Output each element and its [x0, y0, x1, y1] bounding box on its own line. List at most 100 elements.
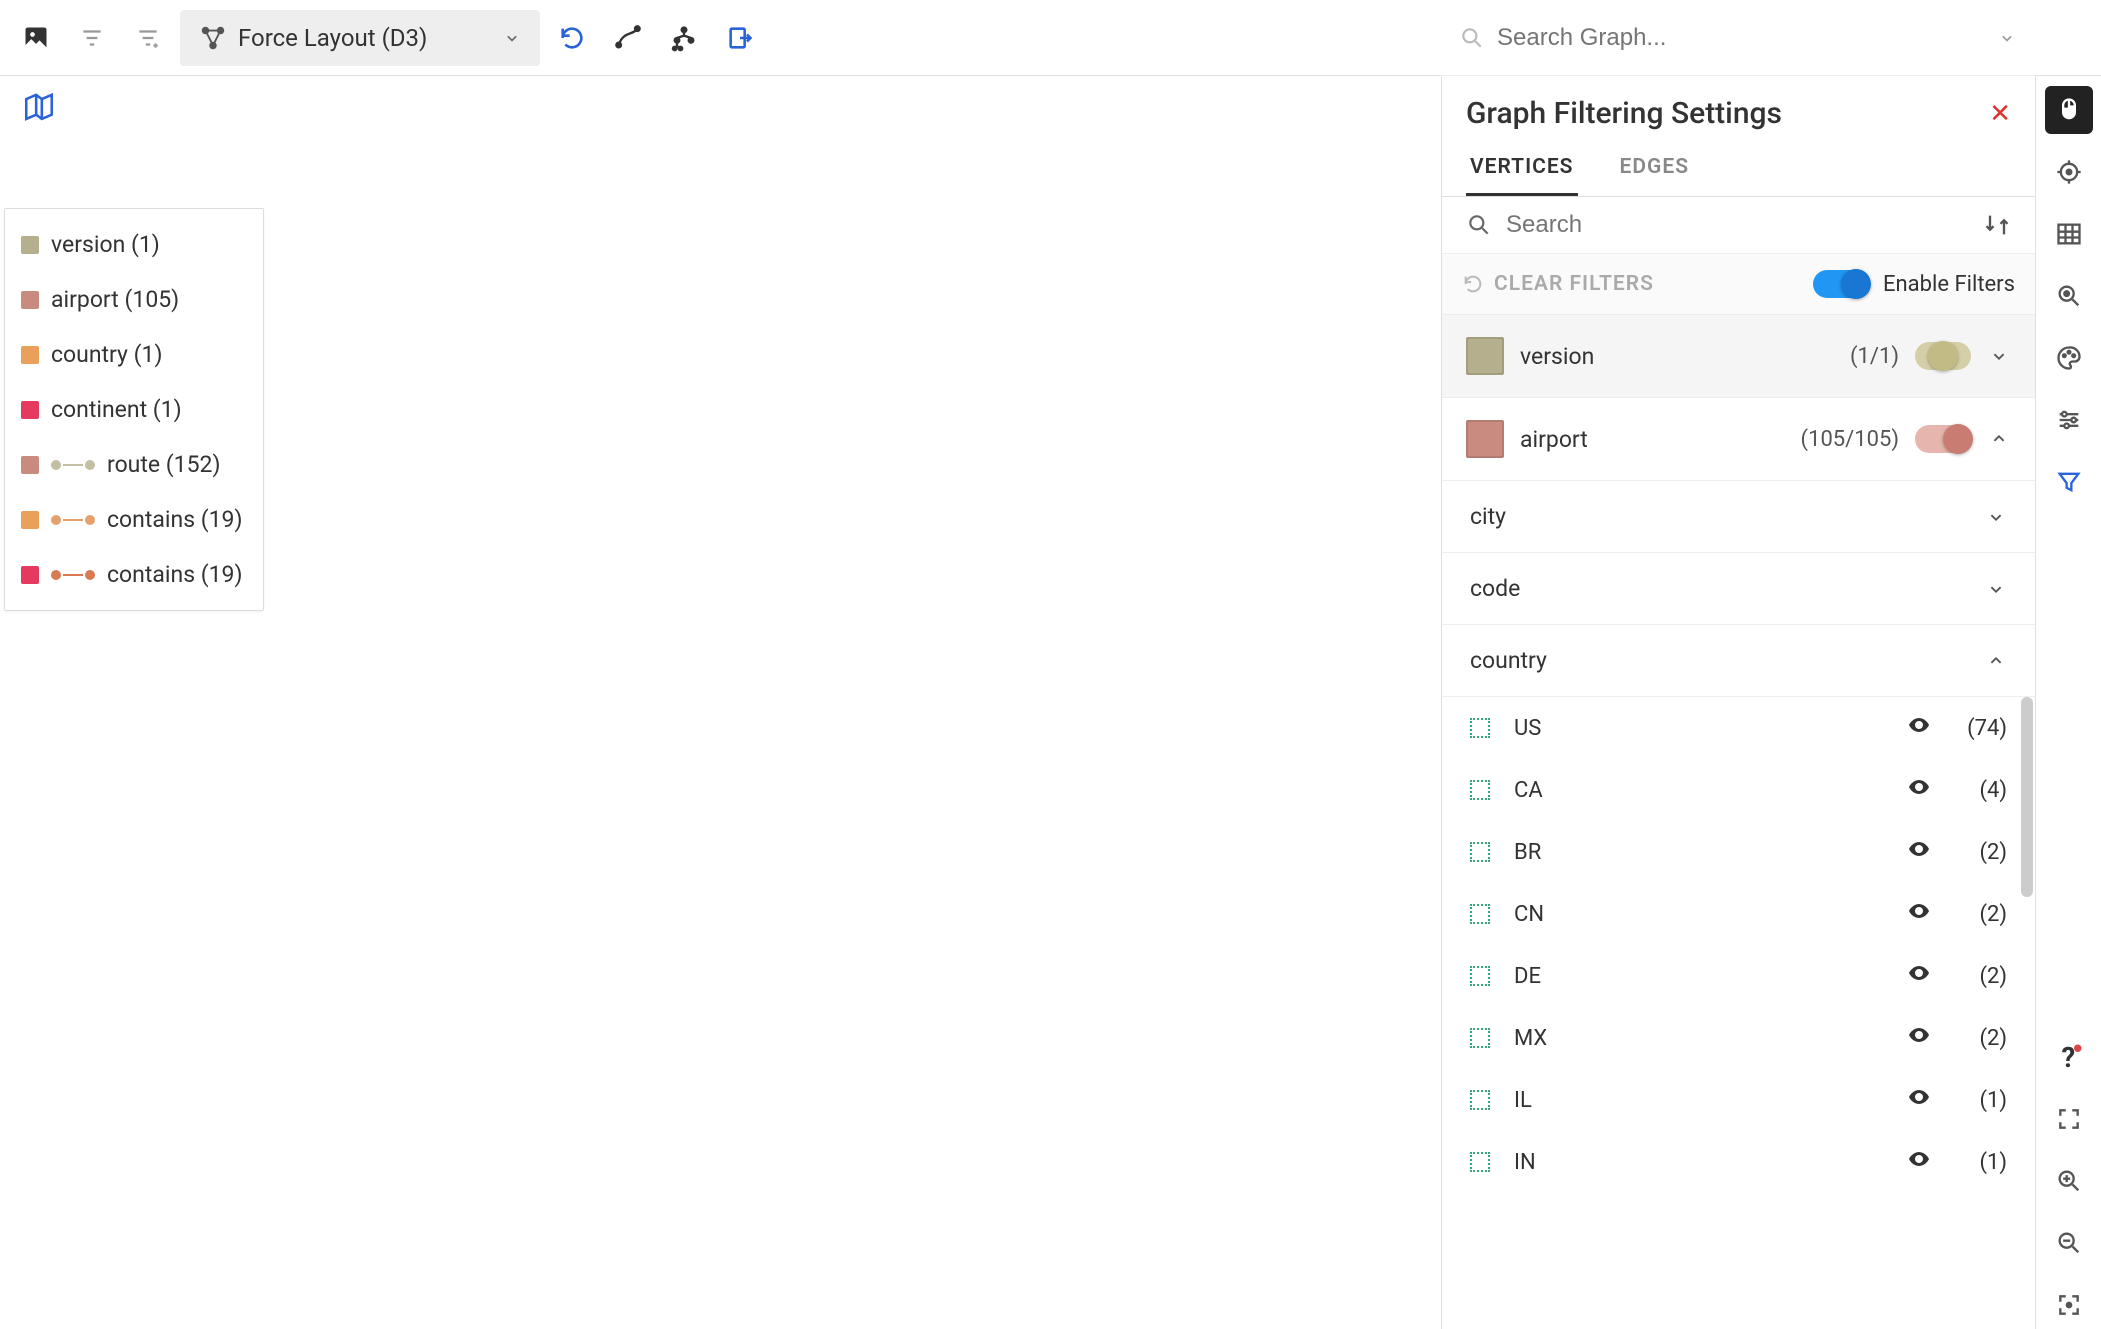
- chevron-up-icon[interactable]: [1985, 650, 2007, 672]
- help-button[interactable]: ?: [2045, 1033, 2093, 1081]
- country-value-item[interactable]: CN (2): [1442, 883, 2035, 945]
- legend-edge-item[interactable]: contains (19): [5, 492, 263, 547]
- visibility-toggle[interactable]: [1907, 1147, 1931, 1177]
- table-button[interactable]: [2045, 210, 2093, 258]
- vertex-count: (105/105): [1801, 427, 1899, 452]
- vertex-toggle[interactable]: [1915, 425, 1971, 453]
- country-code: US: [1514, 716, 1883, 741]
- visibility-toggle[interactable]: [1907, 837, 1931, 867]
- vertex-filter-row[interactable]: airport (105/105): [1442, 398, 2035, 481]
- country-value-item[interactable]: US (74): [1442, 697, 2035, 759]
- legend-box: version (1)airport (105)country (1)conti…: [4, 208, 264, 611]
- legend-swatch: [21, 346, 39, 364]
- chevron-down-icon[interactable]: [1987, 345, 2011, 367]
- svg-text:?: ?: [2061, 1042, 2075, 1072]
- checkbox-icon[interactable]: [1470, 718, 1490, 738]
- legend-edge-item[interactable]: route (152): [5, 437, 263, 492]
- vertex-toggle[interactable]: [1915, 342, 1971, 370]
- legend-edge-item[interactable]: contains (19): [5, 547, 263, 602]
- property-row[interactable]: country: [1442, 625, 2035, 697]
- search-node-button[interactable]: [2045, 272, 2093, 320]
- fullscreen-button[interactable]: [2045, 1095, 2093, 1143]
- tab-vertices[interactable]: VERTICES: [1466, 141, 1578, 196]
- sort-icon[interactable]: [1983, 211, 2011, 239]
- checkbox-icon[interactable]: [1470, 780, 1490, 800]
- country-value-item[interactable]: IL (1): [1442, 1069, 2035, 1131]
- checkbox-icon[interactable]: [1470, 1090, 1490, 1110]
- zoom-in-button[interactable]: [2045, 1157, 2093, 1205]
- country-count: (4): [1955, 778, 2007, 803]
- tree-button[interactable]: [660, 14, 708, 62]
- image-mode-button[interactable]: [12, 14, 60, 62]
- filter-add-button[interactable]: [124, 14, 172, 62]
- visibility-toggle[interactable]: [1907, 961, 1931, 991]
- side-rail: ?: [2035, 76, 2101, 1329]
- edge-icon: [51, 461, 95, 469]
- visibility-toggle[interactable]: [1907, 899, 1931, 929]
- country-value-item[interactable]: MX (2): [1442, 1007, 2035, 1069]
- graph-canvas[interactable]: version (1)airport (105)country (1)conti…: [0, 76, 1441, 1329]
- checkbox-icon[interactable]: [1470, 1028, 1490, 1048]
- vertex-name: airport: [1520, 426, 1785, 453]
- country-code: CA: [1514, 778, 1883, 803]
- country-value-item[interactable]: BR (2): [1442, 821, 2035, 883]
- search-icon: [1466, 212, 1492, 238]
- country-value-item[interactable]: CA (4): [1442, 759, 2035, 821]
- country-value-item[interactable]: DE (2): [1442, 945, 2035, 1007]
- country-value-list[interactable]: US (74) CA (4) BR (2) CN (2) DE (2) MX (…: [1442, 697, 2035, 1329]
- scrollbar[interactable]: [2021, 697, 2033, 897]
- palette-button[interactable]: [2045, 334, 2093, 382]
- visibility-toggle[interactable]: [1907, 1085, 1931, 1115]
- layout-select-label: Force Layout (D3): [238, 24, 427, 52]
- chevron-down-icon[interactable]: [1985, 506, 2007, 528]
- property-name: country: [1470, 647, 1547, 674]
- settings-button[interactable]: [2045, 396, 2093, 444]
- country-value-item[interactable]: IN (1): [1442, 1131, 2035, 1193]
- locate-button[interactable]: [2045, 148, 2093, 196]
- visibility-toggle[interactable]: [1907, 713, 1931, 743]
- property-name: code: [1470, 575, 1520, 602]
- filter-funnel-button[interactable]: [2045, 458, 2093, 506]
- checkbox-icon[interactable]: [1470, 1152, 1490, 1172]
- legend-item[interactable]: country (1): [5, 327, 263, 382]
- edge-icon: [51, 571, 95, 579]
- export-button[interactable]: [716, 14, 764, 62]
- vertex-count: (1/1): [1850, 344, 1899, 369]
- clear-filters-button[interactable]: CLEAR FILTERS: [1462, 272, 1654, 296]
- edge-icon: [51, 516, 95, 524]
- legend-swatch: [21, 291, 39, 309]
- refresh-button[interactable]: [548, 14, 596, 62]
- search-graph-input[interactable]: [1497, 24, 1985, 52]
- vertex-color-swatch: [1466, 337, 1504, 375]
- mouse-mode-button[interactable]: [2045, 86, 2093, 134]
- country-count: (1): [1955, 1150, 2007, 1175]
- property-name: city: [1470, 503, 1506, 530]
- chevron-down-icon[interactable]: [1985, 578, 2007, 600]
- legend-item[interactable]: airport (105): [5, 272, 263, 327]
- close-panel-button[interactable]: ✕: [1989, 99, 2011, 129]
- chevron-down-icon[interactable]: [1997, 28, 2017, 48]
- enable-filters-toggle[interactable]: [1813, 270, 1869, 298]
- legend-item[interactable]: continent (1): [5, 382, 263, 437]
- country-code: IN: [1514, 1150, 1883, 1175]
- panel-search-input[interactable]: [1506, 211, 1969, 239]
- property-row[interactable]: code: [1442, 553, 2035, 625]
- search-graph-box: [1441, 0, 2035, 76]
- panel-title: Graph Filtering Settings: [1466, 96, 1782, 131]
- checkbox-icon[interactable]: [1470, 966, 1490, 986]
- fit-screen-button[interactable]: [2045, 1281, 2093, 1329]
- chevron-up-icon[interactable]: [1987, 428, 2011, 450]
- vertex-filter-row[interactable]: version (1/1): [1442, 315, 2035, 398]
- filter-button-1[interactable]: [68, 14, 116, 62]
- tab-edges[interactable]: EDGES: [1616, 141, 1694, 196]
- visibility-toggle[interactable]: [1907, 1023, 1931, 1053]
- path-button[interactable]: [604, 14, 652, 62]
- graph-svg[interactable]: North AmericaUnited StatesNew York John …: [0, 76, 300, 226]
- property-row[interactable]: city: [1442, 481, 2035, 553]
- zoom-out-button[interactable]: [2045, 1219, 2093, 1267]
- checkbox-icon[interactable]: [1470, 842, 1490, 862]
- checkbox-icon[interactable]: [1470, 904, 1490, 924]
- filter-panel: Graph Filtering Settings ✕ VERTICES EDGE…: [1441, 76, 2035, 1329]
- visibility-toggle[interactable]: [1907, 775, 1931, 805]
- layout-select[interactable]: Force Layout (D3): [180, 10, 540, 66]
